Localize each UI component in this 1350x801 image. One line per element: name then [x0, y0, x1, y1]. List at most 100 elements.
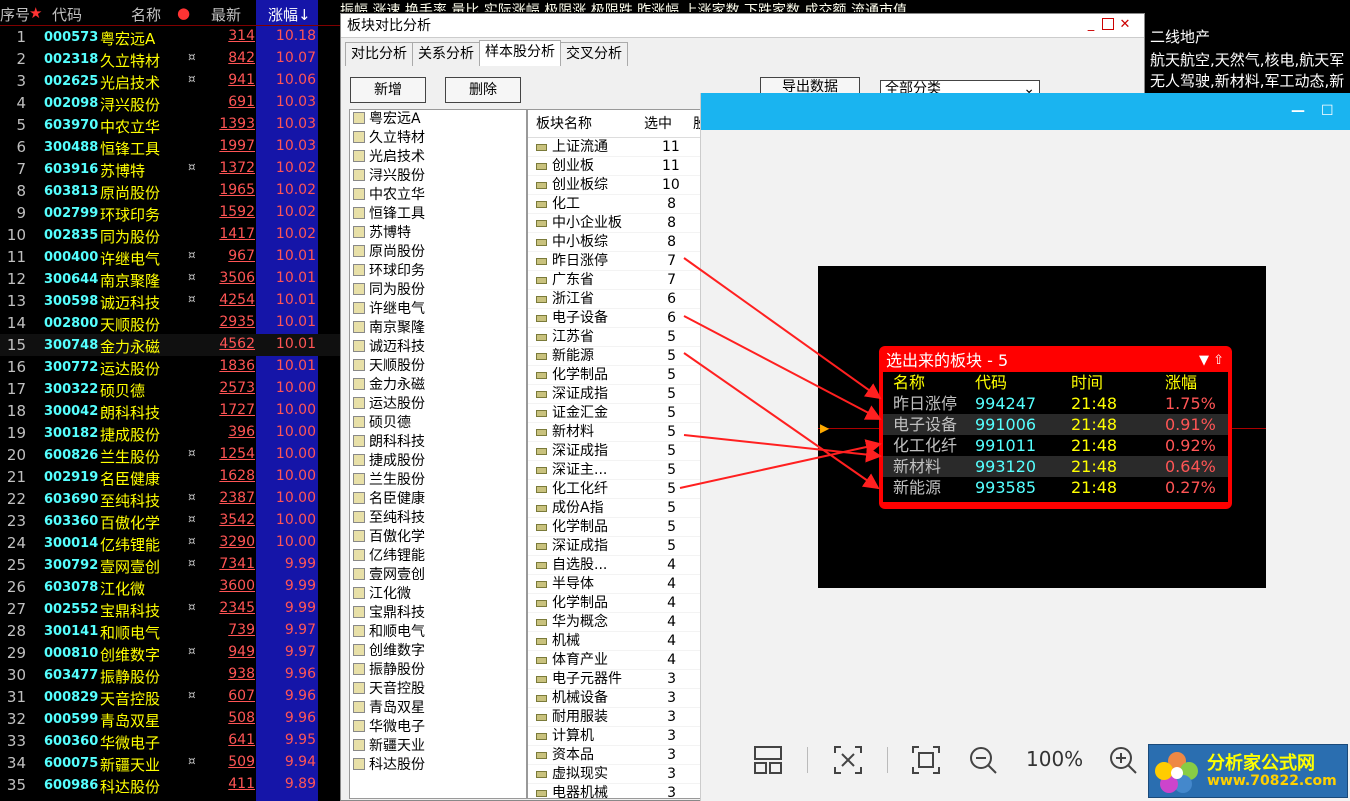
viewer-maximize-icon[interactable]: ☐ [1321, 103, 1334, 119]
sample-stock-item[interactable]: 运达股份 [350, 395, 526, 414]
sector-row[interactable]: 化工化纤 5 [528, 480, 726, 499]
sample-stock-item[interactable]: 亿纬锂能 [350, 547, 526, 566]
stock-row[interactable]: 1 000573 粤宏远A 314 10.18 [0, 26, 340, 48]
sample-stock-item[interactable]: 捷成股份 [350, 452, 526, 471]
header-price[interactable]: 最新 [211, 4, 241, 25]
sample-stock-item[interactable]: 振静股份 [350, 661, 526, 680]
popup-row[interactable]: 昨日涨停 994247 21:48 1.75% [883, 393, 1228, 414]
sample-stock-item[interactable]: 原尚股份 [350, 243, 526, 262]
add-button[interactable]: 新增 [350, 77, 426, 103]
sector-row[interactable]: 深证主... 5 [528, 461, 726, 480]
sector-row[interactable]: 深证成指 5 [528, 385, 726, 404]
sector-row[interactable]: 上证流通 11 [528, 138, 726, 157]
stock-row[interactable]: 21 002919 名臣健康 1628 10.00 [0, 466, 340, 488]
sector-row[interactable]: 深证成指 5 [528, 537, 726, 556]
sector-head-name[interactable]: 板块名称 [536, 110, 592, 138]
popup-row[interactable]: 化工化纤 991011 21:48 0.92% [883, 435, 1228, 456]
tab-sample[interactable]: 样本股分析 [479, 40, 561, 66]
tab-compare[interactable]: 对比分析 [345, 42, 413, 66]
sample-stock-item[interactable]: 创维数字 [350, 642, 526, 661]
close-icon[interactable]: ✕ [1118, 18, 1132, 32]
stock-row[interactable]: 29 000810 创维数字 ¤ 949 9.97 [0, 642, 340, 664]
zoom-out-icon[interactable] [966, 743, 1000, 777]
stock-row[interactable]: 26 603078 江化微 3600 9.99 [0, 576, 340, 598]
sector-row[interactable]: 虚拟现实 3 [528, 765, 726, 784]
delete-button[interactable]: 删除 [445, 77, 521, 103]
actual-size-icon[interactable] [909, 743, 943, 777]
header-mark[interactable]: ● [177, 4, 190, 22]
sector-row[interactable]: 成份A指 5 [528, 499, 726, 518]
stock-row[interactable]: 2 002318 久立特材 ¤ 842 10.07 [0, 48, 340, 70]
stock-row[interactable]: 9 002799 环球印务 1592 10.02 [0, 202, 340, 224]
sample-stock-item[interactable]: 许继电气 [350, 300, 526, 319]
popup-row[interactable]: 新材料 993120 21:48 0.64% [883, 456, 1228, 477]
sample-stock-item[interactable]: 壹网壹创 [350, 566, 526, 585]
popup-row[interactable]: 新能源 993585 21:48 0.27% [883, 477, 1228, 498]
header-code[interactable]: 代码 [52, 4, 82, 25]
minimize-icon[interactable]: _ [1084, 18, 1098, 32]
stock-row[interactable]: 33 600360 华微电子 641 9.95 [0, 730, 340, 752]
sector-row[interactable]: 新能源 5 [528, 347, 726, 366]
fit-icon[interactable] [831, 743, 865, 777]
sample-stock-item[interactable]: 新疆天业 [350, 737, 526, 756]
stock-row[interactable]: 10 002835 同为股份 1417 10.02 [0, 224, 340, 246]
sample-stock-item[interactable]: 百傲化学 [350, 528, 526, 547]
sector-row[interactable]: 浙江省 6 [528, 290, 726, 309]
sector-row[interactable]: 机械设备 3 [528, 689, 726, 708]
sample-stock-item[interactable]: 宝鼎科技 [350, 604, 526, 623]
sector-row[interactable]: 创业板 11 [528, 157, 726, 176]
stock-row[interactable]: 3 002625 光启技术 ¤ 941 10.06 [0, 70, 340, 92]
sector-row[interactable]: 电子元器件 3 [528, 670, 726, 689]
sample-stock-item[interactable]: 华微电子 [350, 718, 526, 737]
sample-stock-item[interactable]: 朗科科技 [350, 433, 526, 452]
header-seq[interactable]: 序号 [0, 4, 30, 25]
sample-stock-item[interactable]: 硕贝德 [350, 414, 526, 433]
sample-stock-item[interactable]: 天顺股份 [350, 357, 526, 376]
tab-cross[interactable]: 交叉分析 [560, 42, 628, 66]
sample-stock-item[interactable]: 粤宏远A [350, 110, 526, 129]
stock-row[interactable]: 7 603916 苏博特 ¤ 1372 10.02 [0, 158, 340, 180]
stock-row[interactable]: 11 000400 许继电气 ¤ 967 10.01 [0, 246, 340, 268]
sample-stock-item[interactable]: 光启技术 [350, 148, 526, 167]
stock-row[interactable]: 19 300182 捷成股份 396 10.00 [0, 422, 340, 444]
viewer-minimize-icon[interactable]: — [1291, 103, 1305, 119]
popup-collapse-icon[interactable]: ▼ ⇧ [1199, 350, 1224, 372]
stock-row[interactable]: 22 603690 至纯科技 ¤ 2387 10.00 [0, 488, 340, 510]
stock-row[interactable]: 35 600986 科达股份 411 9.89 [0, 774, 340, 796]
stock-row[interactable]: 12 300644 南京聚隆 ¤ 3506 10.01 [0, 268, 340, 290]
stock-row[interactable]: 30 603477 振静股份 938 9.96 [0, 664, 340, 686]
sector-row[interactable]: 电器机械 3 [528, 784, 726, 798]
header-star-icon[interactable]: ★ [29, 4, 42, 22]
sample-stock-item[interactable]: 环球印务 [350, 262, 526, 281]
sector-row[interactable]: 资本品 3 [528, 746, 726, 765]
sector-row[interactable]: 深证成指 5 [528, 442, 726, 461]
stock-row[interactable]: 8 603813 原尚股份 1965 10.02 [0, 180, 340, 202]
stock-row[interactable]: 23 603360 百傲化学 ¤ 3542 10.00 [0, 510, 340, 532]
sample-stock-item[interactable]: 和顺电气 [350, 623, 526, 642]
sample-stock-item[interactable]: 同为股份 [350, 281, 526, 300]
sector-row[interactable]: 机械 4 [528, 632, 726, 651]
sector-row[interactable]: 中小企业板 8 [528, 214, 726, 233]
sector-row[interactable]: 半导体 4 [528, 575, 726, 594]
stock-row[interactable]: 18 300042 朗科科技 1727 10.00 [0, 400, 340, 422]
sector-row[interactable]: 新材料 5 [528, 423, 726, 442]
stock-row[interactable]: 4 002098 浔兴股份 691 10.03 [0, 92, 340, 114]
stock-row[interactable]: 27 002552 宝鼎科技 ¤ 2345 9.99 [0, 598, 340, 620]
sector-row[interactable]: 化工 8 [528, 195, 726, 214]
stock-row[interactable]: 32 000599 青岛双星 508 9.96 [0, 708, 340, 730]
sector-row[interactable]: 计算机 3 [528, 727, 726, 746]
layout-icon[interactable] [751, 743, 785, 777]
sample-stock-item[interactable]: 科达股份 [350, 756, 526, 775]
sector-row[interactable]: 证金汇金 5 [528, 404, 726, 423]
sector-row[interactable]: 昨日涨停 7 [528, 252, 726, 271]
sample-stock-item[interactable]: 青岛双星 [350, 699, 526, 718]
sample-stock-item[interactable]: 浔兴股份 [350, 167, 526, 186]
sector-row[interactable]: 化学制品 5 [528, 518, 726, 537]
sector-row[interactable]: 化学制品 5 [528, 366, 726, 385]
tab-relation[interactable]: 关系分析 [412, 42, 480, 66]
stock-row[interactable]: 34 600075 新疆天业 ¤ 509 9.94 [0, 752, 340, 774]
maximize-icon[interactable] [1102, 18, 1114, 30]
stock-row[interactable]: 17 300322 硕贝德 2573 10.00 [0, 378, 340, 400]
stock-row[interactable]: 13 300598 诚迈科技 ¤ 4254 10.01 [0, 290, 340, 312]
sample-stock-item[interactable]: 名臣健康 [350, 490, 526, 509]
